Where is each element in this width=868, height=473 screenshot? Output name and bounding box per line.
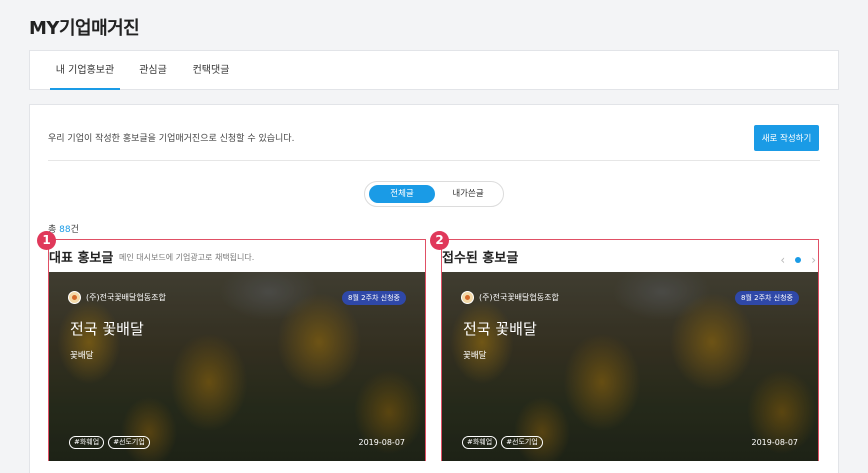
hashtag[interactable]: #선도기업 — [501, 436, 543, 449]
write-new-button[interactable]: 새로 작성하기 — [754, 125, 819, 151]
total-suffix: 건 — [70, 225, 79, 235]
hashtag[interactable]: #화훼업 — [462, 436, 498, 449]
post-subtitle: 꽃배달 — [70, 351, 94, 361]
total-number: 88 — [59, 225, 71, 235]
post-filter-toggle: 전체글 내가쓴글 — [364, 181, 504, 207]
promo-post-card[interactable]: (주)전국꽃배달협동조합 8월 2주차 신청중 전국 꽃배달 꽃배달 #화훼업 … — [442, 272, 818, 461]
tab-interests[interactable]: 관심글 — [130, 51, 176, 90]
tab-bar: 내 기업홍보관 관심글 컨택댓글 — [29, 50, 839, 90]
post-title: 전국 꽃배달 — [463, 320, 537, 338]
page-title: MY기업매거진 — [29, 18, 140, 39]
status-badge: 8월 2주차 신청중 — [735, 291, 799, 305]
divider — [48, 160, 820, 161]
company-name: (주)전국꽃배달협동조합 — [479, 293, 559, 302]
post-title: 전국 꽃배달 — [70, 320, 144, 338]
hashtag[interactable]: #화훼업 — [69, 436, 105, 449]
section-description: 메인 대시보드에 기업광고로 채택됩니다. — [119, 253, 255, 262]
hashtag-list: #화훼업 #선도기업 — [69, 436, 150, 449]
intro-text: 우리 기업이 작성한 홍보글을 기업매거진으로 신청할 수 있습니다. — [48, 134, 295, 144]
chevron-right-icon[interactable]: › — [811, 254, 816, 266]
filter-mine-button[interactable]: 내가쓴글 — [437, 185, 499, 203]
submitted-post-section: 2 접수된 홍보글 ‹ › (주)전국꽃배달협동조합 8월 2주차 신청중 전국… — [430, 231, 819, 461]
featured-post-section: 1 대표 홍보글 메인 대시보드에 기업광고로 채택됩니다. (주)전국꽃배달협… — [37, 231, 426, 461]
status-badge: 8월 2주차 신청중 — [342, 291, 406, 305]
tab-company-promo[interactable]: 내 기업홍보관 — [50, 51, 120, 90]
promo-post-card[interactable]: (주)전국꽃배달협동조합 8월 2주차 신청중 전국 꽃배달 꽃배달 #화훼업 … — [49, 272, 425, 461]
company-logo-icon — [68, 291, 81, 304]
section-title: 접수된 홍보글 — [442, 251, 519, 266]
post-date: 2019-08-07 — [751, 438, 799, 447]
company-name: (주)전국꽃배달협동조합 — [86, 293, 166, 302]
company-logo-icon — [461, 291, 474, 304]
hashtag[interactable]: #선도기업 — [108, 436, 150, 449]
post-date: 2019-08-07 — [358, 438, 406, 447]
post-subtitle: 꽃배달 — [463, 351, 487, 361]
section-title: 대표 홍보글 — [49, 251, 114, 266]
carousel-nav: ‹ › — [780, 253, 816, 267]
carousel-dot[interactable] — [795, 257, 802, 263]
tab-contact-comments[interactable]: 컨택댓글 — [188, 51, 234, 90]
main-panel: 우리 기업이 작성한 홍보글을 기업매거진으로 신청할 수 있습니다. 새로 작… — [29, 104, 839, 473]
hashtag-list: #화훼업 #선도기업 — [462, 436, 543, 449]
filter-all-button[interactable]: 전체글 — [369, 185, 435, 203]
chevron-left-icon[interactable]: ‹ — [780, 254, 785, 266]
